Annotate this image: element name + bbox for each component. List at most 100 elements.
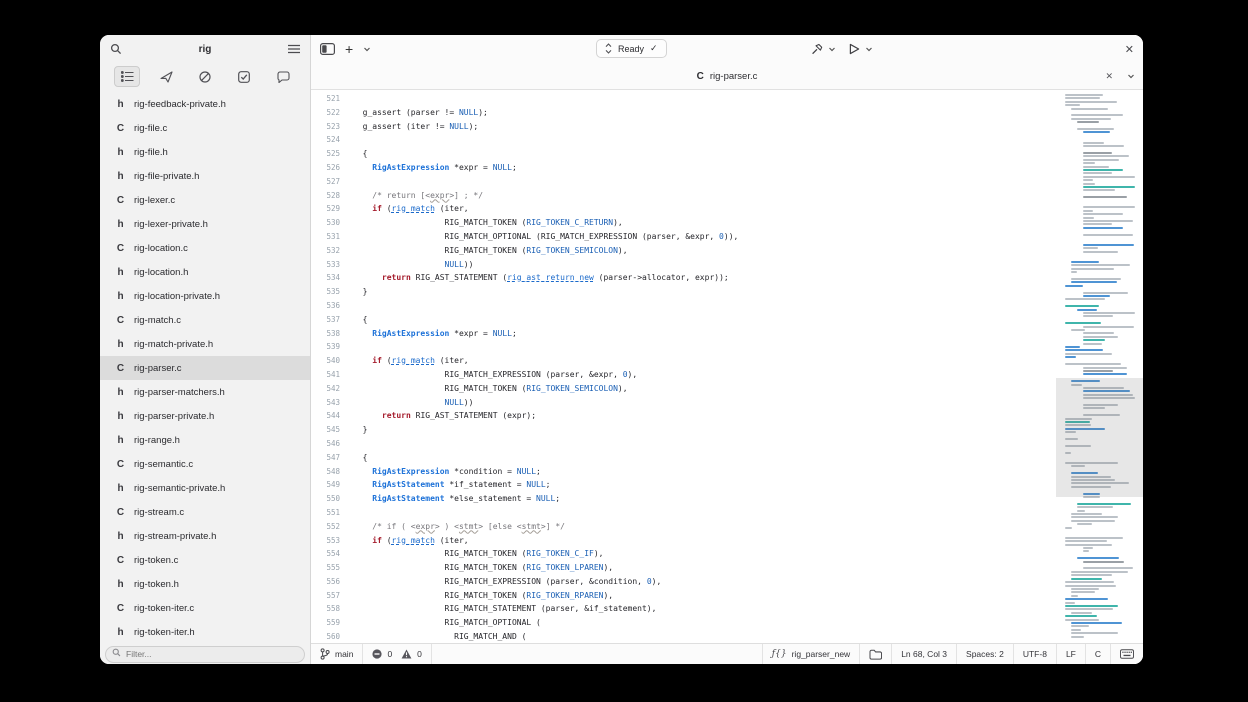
code-line[interactable]: RigAstStatement *else_statement = NULL; [353, 492, 1056, 506]
code-line[interactable] [353, 506, 1056, 520]
code-line[interactable]: RIG_MATCH_EXPRESSION (parser, &condition… [353, 575, 1056, 589]
code-line[interactable]: RIG_MATCH_TOKEN (RIG_TOKEN_LPAREN), [353, 561, 1056, 575]
tab-title[interactable]: rig-parser.c [710, 71, 758, 82]
code-lines[interactable]: g_assert (parser != NULL); g_assert (ite… [345, 90, 1056, 643]
code-line[interactable]: /* return [<expr>] ; */ [353, 189, 1056, 203]
diagnostics-indicator[interactable]: 0 0 [363, 644, 430, 664]
code-line[interactable]: RigAstExpression *condition = NULL; [353, 465, 1056, 479]
folder-button[interactable] [860, 644, 891, 664]
panel-toggle-icon[interactable] [320, 43, 335, 55]
code-line[interactable]: /* if ( <expr> ) <stmt> [else <stmt>] */ [353, 520, 1056, 534]
code-line[interactable] [353, 340, 1056, 354]
file-row[interactable]: Crig-semantic.c [100, 452, 310, 476]
file-row[interactable]: hrig-parser-private.h [100, 404, 310, 428]
chat-panel-icon[interactable] [270, 66, 296, 87]
keyboard-button[interactable] [1111, 644, 1143, 664]
code-line[interactable]: RigAstExpression *expr = NULL; [353, 161, 1056, 175]
code-line[interactable] [353, 299, 1056, 313]
code-line[interactable]: return RIG_AST_STATEMENT (rig_ast_return… [353, 271, 1056, 285]
window-close-button[interactable]: ✕ [1125, 35, 1134, 63]
code-line[interactable]: return RIG_AST_STATEMENT (expr); [353, 409, 1056, 423]
file-row[interactable]: hrig-token-iter.h [100, 620, 310, 641]
file-row[interactable]: hrig-lexer-private.h [100, 212, 310, 236]
files-panel-icon[interactable] [114, 66, 140, 87]
code-line[interactable]: RIG_MATCH_TOKEN (RIG_TOKEN_C_IF), [353, 547, 1056, 561]
code-line[interactable] [353, 133, 1056, 147]
code-line[interactable]: if (rig_match (iter, [353, 534, 1056, 548]
code-line[interactable]: RIG_MATCH_TOKEN (RIG_TOKEN_SEMICOLON), [353, 382, 1056, 396]
build-caret-icon[interactable] [828, 45, 836, 53]
filter-input[interactable] [105, 646, 305, 663]
search-icon[interactable] [110, 43, 122, 55]
file-row[interactable]: Crig-parser.c [100, 356, 310, 380]
line-ending-setting[interactable]: LF [1057, 644, 1085, 664]
code-line[interactable]: g_assert (iter != NULL); [353, 120, 1056, 134]
file-row[interactable]: Crig-stream.c [100, 500, 310, 524]
indentation-setting[interactable]: Spaces: 2 [957, 644, 1013, 664]
code-line[interactable] [353, 175, 1056, 189]
file-name: rig-location.h [134, 267, 188, 278]
file-row[interactable]: Crig-file.c [100, 116, 310, 140]
file-row[interactable]: hrig-range.h [100, 428, 310, 452]
file-row[interactable]: hrig-location.h [100, 260, 310, 284]
file-row[interactable]: Crig-token-iter.c [100, 596, 310, 620]
run-button[interactable] [849, 43, 860, 55]
tests-panel-icon[interactable] [231, 66, 257, 87]
file-row[interactable]: hrig-feedback-private.h [100, 92, 310, 116]
code-line[interactable]: { [353, 147, 1056, 161]
file-row[interactable]: Crig-token.c [100, 548, 310, 572]
file-row[interactable]: hrig-location-private.h [100, 284, 310, 308]
file-row[interactable]: Crig-match.c [100, 308, 310, 332]
code-line[interactable]: NULL)) [353, 258, 1056, 272]
language-setting[interactable]: C [1086, 644, 1110, 664]
file-row[interactable]: hrig-semantic-private.h [100, 476, 310, 500]
branch-indicator[interactable]: main [311, 644, 362, 664]
code-line[interactable]: RIG_MATCH_EXPRESSION (parser, &expr, 0), [353, 368, 1056, 382]
file-lang-icon: h [115, 291, 126, 302]
file-row[interactable]: hrig-token.h [100, 572, 310, 596]
minimap-viewport[interactable] [1056, 378, 1143, 497]
file-row[interactable]: hrig-file.h [100, 140, 310, 164]
encoding-setting[interactable]: UTF-8 [1014, 644, 1056, 664]
menu-icon[interactable] [288, 44, 300, 54]
run-panel-icon[interactable] [153, 66, 179, 87]
code-line[interactable]: RIG_MATCH_OPTIONAL ( [353, 616, 1056, 630]
code-line[interactable] [353, 92, 1056, 106]
code-line[interactable]: g_assert (parser != NULL); [353, 106, 1056, 120]
code-line[interactable]: NULL)) [353, 396, 1056, 410]
file-row[interactable]: Crig-location.c [100, 236, 310, 260]
minimap[interactable] [1056, 90, 1143, 643]
code-line[interactable] [353, 437, 1056, 451]
code-line[interactable]: RigAstStatement *if_statement = NULL; [353, 478, 1056, 492]
code-line[interactable]: { [353, 451, 1056, 465]
current-symbol[interactable]: ƒ{} rig_parser_new [763, 644, 859, 664]
file-row[interactable]: hrig-match-private.h [100, 332, 310, 356]
new-tab-caret-icon[interactable] [363, 45, 371, 53]
new-tab-button[interactable]: + [345, 42, 353, 56]
run-caret-icon[interactable] [865, 45, 873, 53]
code-editor[interactable]: 5215225235245255265275285295305315325335… [311, 90, 1143, 643]
file-row[interactable]: hrig-parser-matchers.h [100, 380, 310, 404]
file-row[interactable]: hrig-file-private.h [100, 164, 310, 188]
tab-bar: C rig-parser.c ✕ [311, 63, 1143, 90]
code-line[interactable]: RIG_MATCH_TOKEN (RIG_TOKEN_SEMICOLON), [353, 244, 1056, 258]
code-line[interactable]: if (rig_match (iter, [353, 354, 1056, 368]
code-line[interactable]: RIG_MATCH_TOKEN (RIG_TOKEN_RPAREN), [353, 589, 1056, 603]
code-line[interactable]: RIG_MATCH_AND ( [353, 630, 1056, 643]
code-line[interactable]: RigAstExpression *expr = NULL; [353, 327, 1056, 341]
tab-close-icon[interactable]: ✕ [1105, 71, 1113, 82]
code-line[interactable]: } [353, 285, 1056, 299]
code-line[interactable]: if (rig_match (iter, [353, 202, 1056, 216]
file-row[interactable]: Crig-lexer.c [100, 188, 310, 212]
code-line[interactable]: } [353, 423, 1056, 437]
omnibar[interactable]: Ready ✓ [596, 39, 667, 58]
code-line[interactable]: { [353, 313, 1056, 327]
diagnostics-panel-icon[interactable] [192, 66, 218, 87]
code-line[interactable]: RIG_MATCH_TOKEN (RIG_TOKEN_C_RETURN), [353, 216, 1056, 230]
cursor-position[interactable]: Ln 68, Col 3 [892, 644, 956, 664]
code-line[interactable]: RIG_MATCH_OPTIONAL (RIG_MATCH_EXPRESSION… [353, 230, 1056, 244]
tab-list-caret-icon[interactable] [1127, 72, 1135, 80]
file-row[interactable]: hrig-stream-private.h [100, 524, 310, 548]
code-line[interactable]: RIG_MATCH_STATEMENT (parser, &if_stateme… [353, 602, 1056, 616]
build-icon[interactable] [810, 43, 823, 56]
